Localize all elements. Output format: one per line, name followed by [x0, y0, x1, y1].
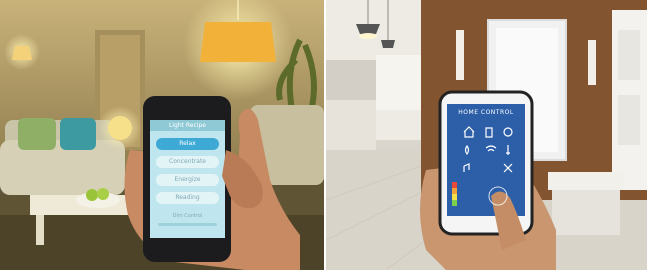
- window: [376, 55, 421, 110]
- bench: [548, 172, 624, 190]
- concentrate-option[interactable]: Concentrate: [156, 156, 219, 168]
- right-phone-screen: [447, 104, 525, 216]
- table-lamp: [108, 116, 132, 140]
- dim-slider[interactable]: [158, 223, 217, 226]
- left-app-screen: Light Recipe Relax Concentrate Energize …: [150, 120, 225, 238]
- home-control-title: HOME CONTROL: [458, 109, 514, 116]
- wall-sconce-left: [456, 30, 464, 80]
- kitchen-scene: [326, 0, 647, 270]
- relax-option[interactable]: Relax: [156, 138, 219, 150]
- wall-sconce-right: [588, 40, 596, 85]
- energize-option[interactable]: Energize: [156, 174, 219, 186]
- pendant-lamp: [200, 22, 276, 62]
- left-app-header: Light Recipe: [150, 120, 225, 131]
- kitchen-photo: HOME CONTROL: [326, 0, 647, 270]
- dim-control-label: Dim Control: [172, 213, 203, 219]
- smart-home-photo-collage: Light Recipe Relax Concentrate Energize …: [0, 0, 647, 270]
- living-room-photo: Light Recipe Relax Concentrate Energize …: [0, 0, 324, 270]
- wall-lamp: [12, 46, 32, 60]
- pendant-light: [356, 24, 380, 34]
- reading-option[interactable]: Reading: [156, 192, 219, 204]
